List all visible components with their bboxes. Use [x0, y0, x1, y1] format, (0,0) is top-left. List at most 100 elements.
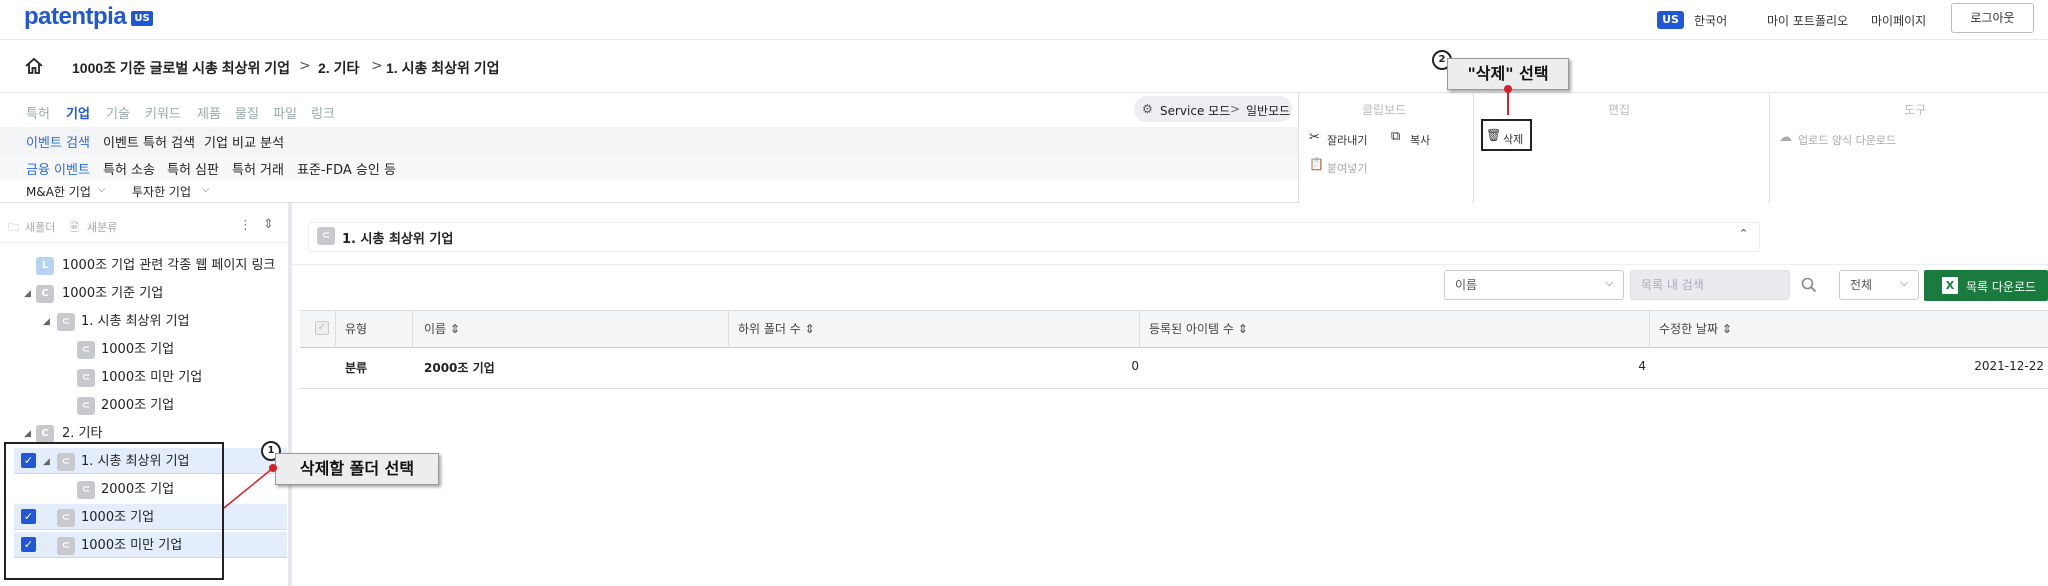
- language-link[interactable]: 한국어: [1694, 12, 1727, 29]
- tab-link[interactable]: 링크: [311, 103, 335, 122]
- cell-name[interactable]: 2000조 기업: [424, 359, 495, 376]
- cloud-upload-icon: ☁: [1779, 130, 1792, 145]
- tab-patent[interactable]: 특허: [26, 103, 50, 122]
- tree-item[interactable]: 1000조 기준 기업: [62, 282, 163, 306]
- excel-icon: X: [1942, 277, 1958, 294]
- lang-badge: US: [1657, 11, 1684, 29]
- tree-item[interactable]: 1000조 기업: [101, 338, 174, 362]
- callout-select-folder: 삭제할 폴더 선택: [275, 453, 439, 485]
- submenu-event-search[interactable]: 이벤트 검색: [26, 132, 90, 151]
- chevron-down-icon: ⌵: [1605, 276, 1614, 289]
- chevron-right-icon: >: [299, 58, 311, 74]
- col-divider: [1139, 310, 1140, 348]
- tree-item[interactable]: 2000조 기업: [101, 394, 174, 418]
- col-items[interactable]: 등록된 아이템 수 ⇕: [1149, 320, 1248, 337]
- submenu-patent-trial[interactable]: 특허 심판: [167, 159, 219, 178]
- tree-structure-icon[interactable]: ⋮: [239, 218, 252, 233]
- callout-dot: [1504, 85, 1512, 93]
- cell-items: 4: [1638, 359, 1646, 373]
- divider: [0, 242, 288, 243]
- chevron-down-icon[interactable]: ⌵: [202, 184, 210, 195]
- new-category-button[interactable]: 새분류: [87, 219, 117, 235]
- breadcrumb-current: 1. 시총 최상위 기업: [386, 60, 500, 76]
- submenu-mna-company[interactable]: M&A한 기업: [26, 183, 91, 200]
- delete-button[interactable]: 삭제: [1503, 131, 1523, 147]
- chevron-down-icon[interactable]: ⌵: [98, 184, 106, 195]
- expand-triangle-icon[interactable]: ◢: [24, 289, 31, 299]
- search-input[interactable]: 목록 내 검색: [1630, 270, 1790, 300]
- tab-company[interactable]: 기업: [66, 103, 90, 122]
- tree-item[interactable]: 1000조 미만 기업: [101, 366, 202, 390]
- submenu-patent-trade[interactable]: 특허 거래: [232, 159, 284, 178]
- folder-title: 1. 시총 최상위 기업: [342, 232, 454, 247]
- logout-button[interactable]: 로그아웃: [1951, 3, 2034, 33]
- my-page-link[interactable]: 마이페이지: [1871, 12, 1926, 29]
- new-category-icon: 🗎: [70, 221, 79, 234]
- chevron-up-icon[interactable]: ⌃: [1739, 227, 1748, 240]
- select-all-checkbox[interactable]: ✓: [315, 321, 329, 335]
- link-folder-icon: L: [36, 257, 54, 275]
- category-icon: C: [36, 285, 54, 303]
- tree-item[interactable]: 1000조 기업 관련 각종 웹 페이지 링크: [62, 254, 275, 278]
- service-mode-label: Service 모드: [1160, 104, 1231, 118]
- folder-icon: ⊂: [77, 397, 95, 415]
- paste-icon: 📋: [1309, 157, 1324, 171]
- selection-highlight-box: [4, 442, 224, 580]
- trash-icon: 🗑: [1486, 128, 1502, 142]
- chevron-right-icon: >: [1230, 102, 1241, 116]
- col-divider: [335, 310, 336, 348]
- col-divider: [1649, 310, 1650, 348]
- tab-technology[interactable]: 기술: [106, 103, 130, 122]
- col-name[interactable]: 이름 ⇕: [424, 320, 460, 337]
- row-divider: [300, 388, 2048, 389]
- breadcrumb-item[interactable]: 1000조 기준 글로벌 시총 최상위 기업: [72, 58, 290, 78]
- cut-button[interactable]: 잘라내기: [1327, 132, 1367, 148]
- list-download-label: 목록 다운로드: [1966, 280, 2037, 294]
- logo[interactable]: patentpia: [24, 3, 127, 31]
- cell-modified: 2021-12-22: [1974, 359, 2044, 373]
- expand-triangle-icon[interactable]: ◢: [43, 317, 50, 327]
- tree-item[interactable]: 1. 시총 최상위 기업: [81, 310, 190, 334]
- panel-splitter[interactable]: [288, 203, 292, 586]
- scissors-icon: ✂: [1309, 130, 1320, 145]
- logo-badge: US: [131, 11, 153, 26]
- normal-mode-label: 일반모드: [1246, 104, 1291, 118]
- col-divider: [728, 310, 729, 348]
- col-subfolders[interactable]: 하위 폴더 수 ⇕: [738, 320, 815, 337]
- new-folder-icon: 🗀: [8, 221, 19, 234]
- expand-triangle-icon[interactable]: ◢: [24, 429, 31, 439]
- collapse-all-icon[interactable]: ⇕: [263, 217, 274, 232]
- copy-button[interactable]: 복사: [1410, 132, 1430, 148]
- sort-select[interactable]: 이름: [1444, 270, 1624, 300]
- folder-header[interactable]: [308, 222, 1760, 252]
- submenu-standard-fda[interactable]: 표준-FDA 승인 등: [297, 159, 396, 178]
- callout-dot: [269, 464, 277, 472]
- upload-template-download[interactable]: 업로드 양식 다운로드: [1798, 132, 1896, 148]
- col-divider: [412, 310, 413, 348]
- submenu-event-patent-search[interactable]: 이벤트 특허 검색: [103, 132, 195, 151]
- cell-type: 분류: [345, 361, 368, 375]
- submenu-patent-lawsuit[interactable]: 특허 소송: [103, 159, 155, 178]
- submenu-finance-event[interactable]: 금융 이벤트: [26, 159, 90, 178]
- copy-icon: ⧉: [1391, 129, 1401, 144]
- tab-material[interactable]: 물질: [235, 103, 259, 122]
- folder-icon: ⊂: [77, 369, 95, 387]
- chevron-right-icon: >: [371, 58, 383, 74]
- folder-icon: ⊂: [57, 313, 75, 331]
- tab-file[interactable]: 파일: [273, 103, 297, 122]
- home-icon[interactable]: [24, 56, 44, 76]
- tab-keyword[interactable]: 키워드: [145, 103, 181, 122]
- folder-icon: ⊂: [77, 341, 95, 359]
- col-modified[interactable]: 수정한 날짜 ⇕: [1659, 320, 1732, 337]
- tab-product[interactable]: 제품: [197, 103, 221, 122]
- breadcrumb-item[interactable]: 2. 기타: [318, 58, 359, 78]
- top-bar: [0, 0, 2048, 40]
- submenu-company-compare[interactable]: 기업 비교 분석: [204, 132, 284, 151]
- search-icon[interactable]: [1801, 277, 1817, 293]
- paste-button[interactable]: 붙여넣기: [1327, 160, 1367, 176]
- new-folder-button[interactable]: 새폴더: [25, 219, 55, 235]
- my-portfolio-link[interactable]: 마이 포트폴리오: [1767, 12, 1848, 29]
- edit-title: 편집: [1608, 103, 1631, 117]
- cell-subfolders: 0: [1131, 359, 1139, 373]
- submenu-invested-company[interactable]: 투자한 기업: [132, 183, 191, 200]
